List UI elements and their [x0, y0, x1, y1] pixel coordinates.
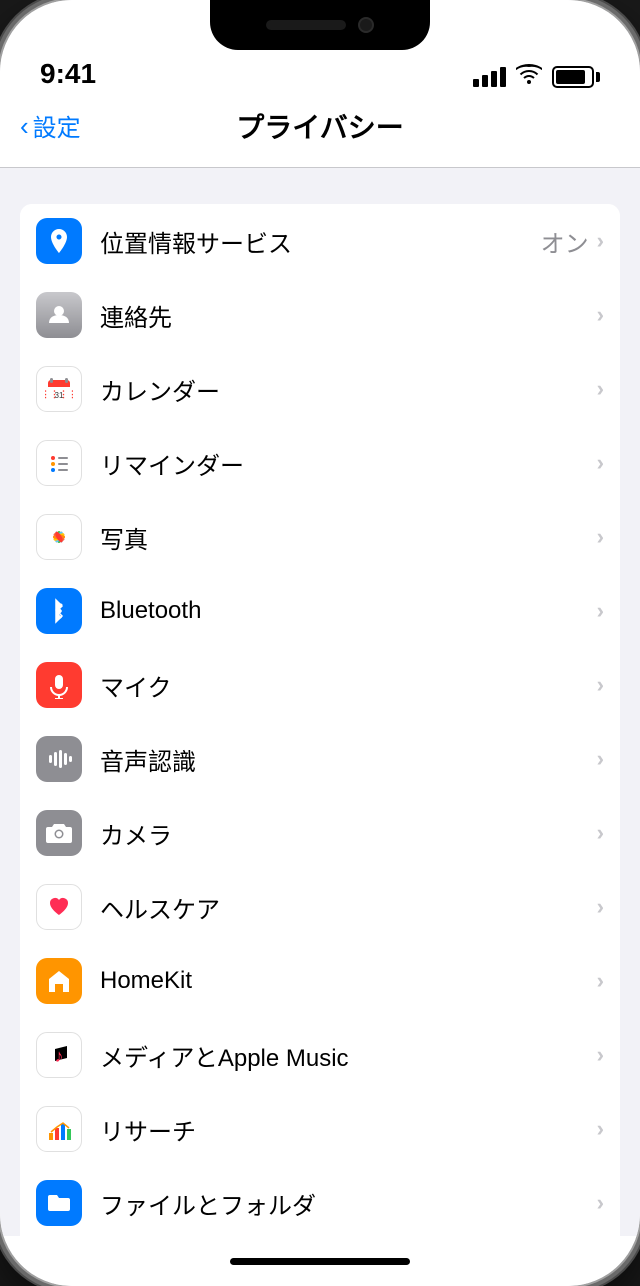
chevron-right-icon: › — [597, 820, 604, 846]
research-icon — [36, 1106, 82, 1152]
list-item[interactable]: ⋮⋮⋮⋮ 31 カレンダー › — [20, 352, 620, 426]
chevron-right-icon: › — [597, 598, 604, 624]
wifi-icon — [516, 64, 542, 90]
row-label: ヘルスケア — [100, 890, 597, 925]
speech-icon — [36, 736, 82, 782]
list-item[interactable]: Bluetooth › — [20, 574, 620, 648]
status-time: 9:41 — [40, 58, 473, 90]
svg-text:♪: ♪ — [55, 1046, 64, 1066]
chevron-right-icon: › — [597, 524, 604, 550]
status-bar: 9:41 — [0, 0, 640, 100]
row-label: リマインダー — [100, 446, 597, 481]
chevron-right-icon: › — [597, 1190, 604, 1216]
calendar-icon: ⋮⋮⋮⋮ 31 — [36, 366, 82, 412]
speaker — [266, 20, 346, 30]
music-icon: ♪ — [36, 1032, 82, 1078]
row-label: リサーチ — [100, 1112, 597, 1147]
chevron-right-icon: › — [597, 376, 604, 402]
row-label: 連絡先 — [100, 298, 597, 333]
list-item[interactable]: リサーチ › — [20, 1092, 620, 1166]
contacts-icon — [36, 292, 82, 338]
list-item[interactable]: マイク › — [20, 648, 620, 722]
row-label: 位置情報サービス — [100, 224, 541, 259]
list-item[interactable]: 位置情報サービス オン › — [20, 204, 620, 278]
notch — [210, 0, 430, 50]
svg-text:31: 31 — [55, 391, 64, 400]
page-title: プライバシー — [236, 106, 403, 146]
settings-group: 位置情報サービス オン › 連絡先 › — [20, 204, 620, 1236]
signal-bars-icon — [473, 67, 506, 87]
back-label: 設定 — [33, 108, 81, 143]
screen: 9:41 — [0, 0, 640, 1286]
list-item[interactable]: ♪ メディアとApple Music › — [20, 1018, 620, 1092]
chevron-right-icon: › — [597, 1116, 604, 1142]
camera-icon — [36, 810, 82, 856]
row-label: メディアとApple Music — [100, 1038, 597, 1073]
battery-icon — [552, 66, 600, 88]
phone-frame: 9:41 — [0, 0, 640, 1286]
homekit-icon — [36, 958, 82, 1004]
microphone-icon — [36, 662, 82, 708]
health-icon — [36, 884, 82, 930]
chevron-right-icon: › — [597, 1042, 604, 1068]
chevron-right-icon: › — [597, 450, 604, 476]
photos-icon — [36, 514, 82, 560]
row-value: オン — [541, 224, 589, 259]
row-label: カレンダー — [100, 372, 597, 407]
row-label: 写真 — [100, 520, 597, 555]
list-item[interactable]: 連絡先 › — [20, 278, 620, 352]
back-button[interactable]: ‹ 設定 — [20, 108, 81, 143]
row-label: 音声認識 — [100, 742, 597, 777]
files-icon — [36, 1180, 82, 1226]
nav-bar: ‹ 設定 プライバシー — [0, 100, 640, 168]
settings-content: 位置情報サービス オン › 連絡先 › — [0, 168, 640, 1236]
chevron-right-icon: › — [597, 228, 604, 254]
chevron-right-icon: › — [597, 894, 604, 920]
list-item[interactable]: 写真 › — [20, 500, 620, 574]
list-item[interactable]: HomeKit › — [20, 944, 620, 1018]
list-item[interactable]: ファイルとフォルダ › — [20, 1166, 620, 1236]
home-bar — [230, 1258, 410, 1265]
row-label: HomeKit — [100, 967, 597, 995]
reminders-icon — [36, 440, 82, 486]
home-indicator — [0, 1236, 640, 1286]
list-item[interactable]: カメラ › — [20, 796, 620, 870]
bluetooth-icon — [36, 588, 82, 634]
row-label: マイク — [100, 668, 597, 703]
section-spacer — [0, 168, 640, 204]
row-label: カメラ — [100, 816, 597, 851]
back-chevron-icon: ‹ — [20, 113, 29, 139]
row-label: ファイルとフォルダ — [100, 1186, 597, 1221]
list-item[interactable]: 音声認識 › — [20, 722, 620, 796]
chevron-right-icon: › — [597, 302, 604, 328]
status-icons — [473, 64, 600, 90]
list-item[interactable]: ヘルスケア › — [20, 870, 620, 944]
front-camera — [358, 17, 374, 33]
chevron-right-icon: › — [597, 672, 604, 698]
location-icon — [36, 218, 82, 264]
chevron-right-icon: › — [597, 968, 604, 994]
list-item[interactable]: リマインダー › — [20, 426, 620, 500]
chevron-right-icon: › — [597, 746, 604, 772]
row-label: Bluetooth — [100, 597, 597, 625]
